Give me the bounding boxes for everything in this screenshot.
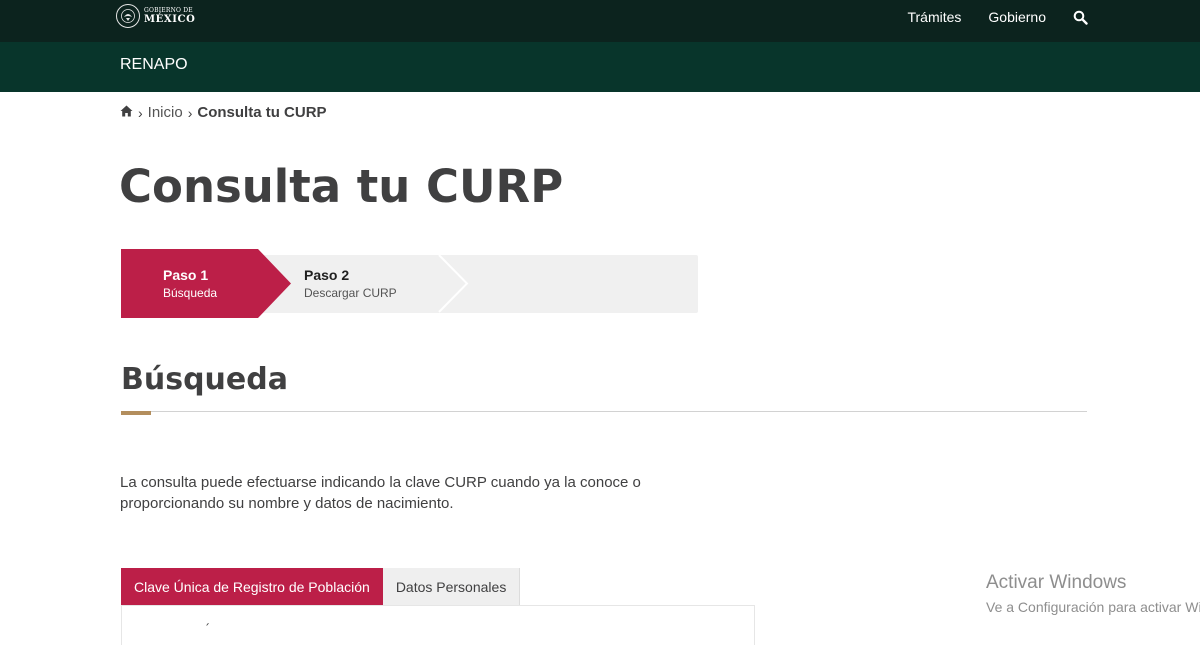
- tab-panel: ´: [121, 605, 755, 645]
- page-title: Consulta tu CURP: [119, 160, 564, 213]
- step-1: Paso 1 Búsqueda: [121, 249, 291, 318]
- search-icon[interactable]: [1073, 10, 1088, 25]
- nav-tramites-link[interactable]: Trámites: [907, 9, 961, 25]
- tab-datos-personales[interactable]: Datos Personales: [382, 568, 521, 605]
- gobierno-mexico-logo[interactable]: GOBIERNO DE MÉXICO: [116, 3, 195, 29]
- description-text: La consulta puede efectuarse indicando l…: [120, 472, 740, 514]
- renapo-title[interactable]: RENAPO: [120, 56, 188, 74]
- breadcrumb: › Inicio › Consulta tu CURP: [120, 104, 327, 121]
- search-tabs: Clave Única de Registro de Población Dat…: [121, 568, 521, 605]
- logo-line1: GOBIERNO DE: [144, 6, 193, 14]
- description-line-1: La consulta puede efectuarse indicando l…: [120, 474, 641, 491]
- step-1-sub: Búsqueda: [163, 286, 218, 300]
- breadcrumb-separator: ›: [138, 104, 143, 121]
- step-2: Paso 2 Descargar CURP: [291, 249, 451, 318]
- top-navbar: GOBIERNO DE MÉXICO Trámites Gobierno: [0, 0, 1200, 42]
- logo-text: GOBIERNO DE MÉXICO: [144, 6, 196, 25]
- step-1-label: Paso 1: [163, 267, 209, 283]
- watermark-title: Activar Windows: [986, 572, 1127, 593]
- section-accent-bar: [121, 411, 151, 415]
- tab-panel-content-fragment: ´: [204, 622, 210, 636]
- eagle-seal-icon: [116, 4, 140, 28]
- breadcrumb-current: Consulta tu CURP: [197, 104, 327, 121]
- breadcrumb-inicio-link[interactable]: Inicio: [148, 104, 183, 121]
- step-2-sub: Descargar CURP: [304, 286, 397, 300]
- section-divider: [121, 411, 1087, 412]
- section-title: Búsqueda: [121, 362, 288, 397]
- nav-gobierno-link[interactable]: Gobierno: [988, 9, 1046, 25]
- home-icon[interactable]: [120, 104, 133, 121]
- step-2-label: Paso 2: [304, 267, 350, 283]
- watermark-subtitle: Ve a Configuración para activar Windows.: [986, 599, 1200, 615]
- logo-line2: MÉXICO: [144, 13, 196, 25]
- breadcrumb-separator: ›: [187, 104, 193, 121]
- stepper: Paso 1 Búsqueda Paso 2 Descargar CURP: [121, 249, 698, 318]
- description-line-2: proporcionando su nombre y datos de naci…: [120, 495, 454, 512]
- sub-navbar: RENAPO: [0, 42, 1200, 92]
- tab-clave-curp[interactable]: Clave Única de Registro de Población: [121, 568, 383, 605]
- windows-activation-watermark: Activar Windows Ve a Configuración para …: [986, 572, 1200, 618]
- top-nav: Trámites Gobierno: [907, 0, 1088, 34]
